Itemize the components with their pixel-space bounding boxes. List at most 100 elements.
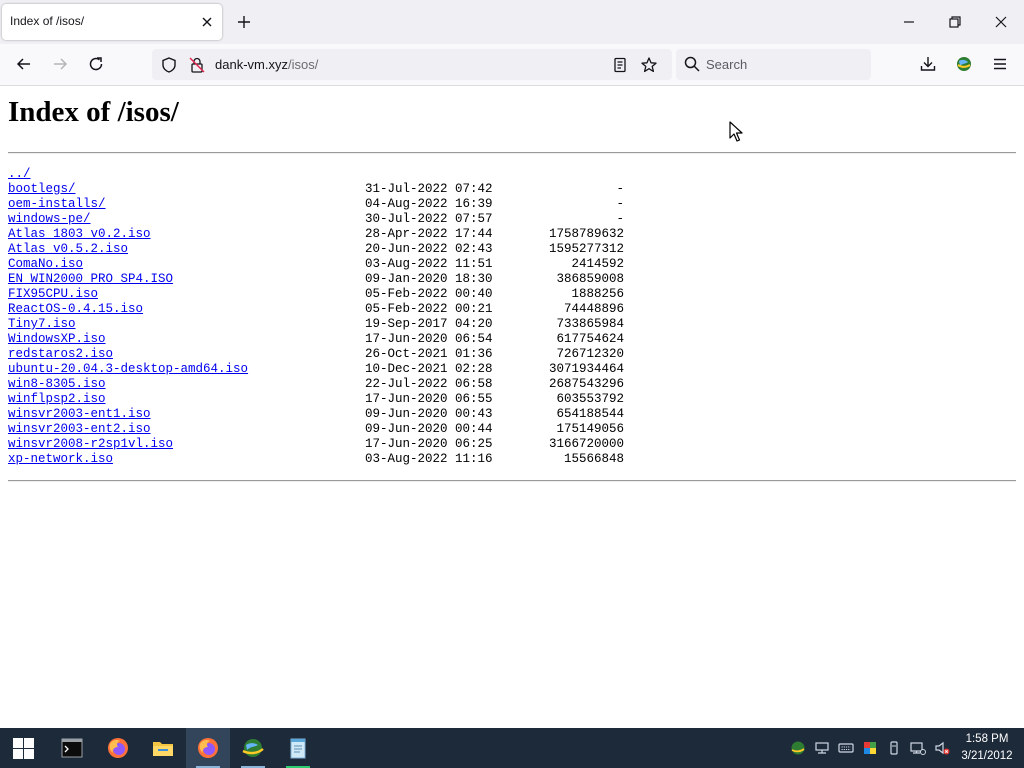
modified-date: 17-Jun-2020 06:54: [365, 332, 493, 346]
listing-row: oem-installs/04-Aug-2022 16:39 -: [8, 197, 648, 212]
page-content: Index of /isos/ ../bootlegs/31-Jul-2022 …: [0, 86, 1024, 728]
start-button[interactable]: [0, 728, 44, 768]
listing-row: WindowsXP.iso 17-Jun-2020 06:54 617754624: [8, 332, 648, 347]
modified-date: 09-Jan-2020 18:30: [365, 272, 493, 286]
file-size: -: [616, 182, 624, 196]
divider-top: [8, 152, 1016, 154]
listing-row: winsvr2003-ent1.iso 09-Jun-2020 00:43 6541…: [8, 407, 648, 422]
file-link[interactable]: Atlas_1803_v0.2.iso: [8, 227, 151, 242]
file-size: 603553792: [556, 392, 624, 406]
file-link[interactable]: bootlegs/: [8, 182, 76, 197]
tray-volume-muted-icon[interactable]: [934, 740, 950, 756]
minimize-icon[interactable]: [901, 14, 917, 30]
file-link[interactable]: winsvr2003-ent1.iso: [8, 407, 151, 422]
tray-color-app-icon[interactable]: [862, 740, 878, 756]
file-link[interactable]: FIX95CPU.iso: [8, 287, 98, 302]
system-clock[interactable]: 1:58 PM 3/21/2012: [954, 731, 1020, 765]
taskbar: 1:58 PM 3/21/2012: [0, 728, 1024, 768]
modified-date: 17-Jun-2020 06:25: [365, 437, 493, 451]
taskbar-terminal-button[interactable]: [50, 728, 94, 768]
taskbar-network-app-button[interactable]: [231, 728, 275, 768]
modified-date: 10-Dec-2021 02:28: [365, 362, 493, 376]
taskbar-file-explorer-button[interactable]: [141, 728, 185, 768]
bookmark-star-icon[interactable]: [640, 56, 658, 74]
taskbar-notepad-button[interactable]: [276, 728, 320, 768]
listing-row: ../: [8, 167, 648, 182]
address-bar[interactable]: dank-vm.xyz/isos/: [152, 49, 672, 80]
tray-usb-device-icon[interactable]: [886, 740, 902, 756]
listing-row: EN_WIN2000_PRO_SP4.ISO 09-Jan-2020 18:30 3…: [8, 272, 648, 287]
close-tab-icon[interactable]: [200, 15, 214, 29]
tab-index-of-isos[interactable]: Index of /isos/: [2, 4, 222, 40]
modified-date: 03-Aug-2022 11:16: [365, 452, 493, 466]
close-window-icon[interactable]: [993, 14, 1009, 30]
listing-row: Tiny7.iso 19-Sep-2017 04:20 733865984: [8, 317, 648, 332]
file-link[interactable]: Tiny7.iso: [8, 317, 76, 332]
search-placeholder: Search: [706, 57, 748, 72]
back-icon[interactable]: [15, 55, 33, 73]
file-explorer-icon: [153, 742, 173, 756]
listing-row: Atlas_1803_v0.2.iso 28-Apr-2022 17:44 1758…: [8, 227, 648, 242]
file-size: -: [616, 197, 624, 211]
file-link[interactable]: winsvr2003-ent2.iso: [8, 422, 151, 437]
modified-date: 03-Aug-2022 11:51: [365, 257, 493, 271]
tab-title: Index of /isos/: [10, 14, 85, 28]
file-link[interactable]: WindowsXP.iso: [8, 332, 106, 347]
page-title: Index of /isos/: [8, 96, 179, 128]
tray-keyboard-icon[interactable]: [838, 740, 854, 756]
reload-icon[interactable]: [87, 55, 105, 73]
modified-date: 28-Apr-2022 17:44: [365, 227, 493, 241]
extension-globe-icon[interactable]: [955, 55, 973, 73]
file-link[interactable]: ../: [8, 167, 31, 182]
tray-network-device-icon[interactable]: [814, 740, 830, 756]
tray-network-globe-icon[interactable]: [790, 740, 806, 756]
search-input[interactable]: Search: [676, 49, 871, 80]
restore-icon[interactable]: [947, 14, 963, 30]
modified-date: 26-Oct-2021 01:36: [365, 347, 493, 361]
taskbar-firefox-active-button[interactable]: [186, 728, 230, 768]
file-link[interactable]: winsvr2008-r2sp1vl.iso: [8, 437, 173, 452]
menu-hamburger-icon[interactable]: [991, 55, 1009, 73]
listing-row: ComaNo.iso 03-Aug-2022 11:51 2414592: [8, 257, 648, 272]
modified-date: 30-Jul-2022 07:57: [365, 212, 493, 226]
new-tab-icon[interactable]: [236, 14, 252, 30]
file-link[interactable]: xp-network.iso: [8, 452, 113, 467]
reader-view-icon[interactable]: [611, 56, 629, 74]
listing-row: ubuntu-20.04.3-desktop-amd64.iso 10-Dec-2…: [8, 362, 648, 377]
url-domain: dank-vm.xyz: [215, 57, 288, 72]
divider-bottom: [8, 480, 1016, 482]
modified-date: 31-Jul-2022 07:42: [365, 182, 493, 196]
file-size: 733865984: [556, 317, 624, 331]
tracking-protection-shield-icon[interactable]: [160, 56, 178, 74]
file-link[interactable]: redstaros2.iso: [8, 347, 113, 362]
file-link[interactable]: ReactOS-0.4.15.iso: [8, 302, 143, 317]
navigation-toolbar: dank-vm.xyz/isos/ Search: [0, 44, 1024, 86]
modified-date: 09-Jun-2020 00:44: [365, 422, 493, 436]
url-text: dank-vm.xyz/isos/: [215, 57, 318, 72]
file-link[interactable]: winflpsp2.iso: [8, 392, 106, 407]
file-link[interactable]: ComaNo.iso: [8, 257, 83, 272]
file-link[interactable]: windows-pe/: [8, 212, 91, 227]
file-link[interactable]: win8-8305.iso: [8, 377, 106, 392]
tab-strip: Index of /isos/: [0, 0, 1024, 44]
file-link[interactable]: ubuntu-20.04.3-desktop-amd64.iso: [8, 362, 248, 377]
file-link[interactable]: oem-installs/: [8, 197, 106, 212]
file-size: -: [616, 212, 624, 226]
firefox-icon: [198, 738, 218, 758]
file-size: 74448896: [563, 302, 624, 316]
modified-date: 05-Feb-2022 00:21: [365, 302, 493, 316]
file-link[interactable]: Atlas_v0.5.2.iso: [8, 242, 128, 257]
file-link[interactable]: EN_WIN2000_PRO_SP4.ISO: [8, 272, 173, 287]
modified-date: 19-Sep-2017 04:20: [365, 317, 493, 331]
downloads-icon[interactable]: [919, 55, 937, 73]
insecure-lock-icon[interactable]: [188, 56, 206, 74]
listing-row: windows-pe/30-Jul-2022 07:57 -: [8, 212, 648, 227]
network-globe-icon: [242, 739, 264, 757]
forward-icon[interactable]: [51, 55, 69, 73]
terminal-icon: [61, 738, 83, 758]
file-size: 2687543296: [548, 377, 624, 391]
tray-network-disconnected-icon[interactable]: [910, 740, 926, 756]
file-size: 1758789632: [548, 227, 624, 241]
file-size: 617754624: [556, 332, 624, 346]
taskbar-firefox-pinned-button[interactable]: [96, 728, 140, 768]
